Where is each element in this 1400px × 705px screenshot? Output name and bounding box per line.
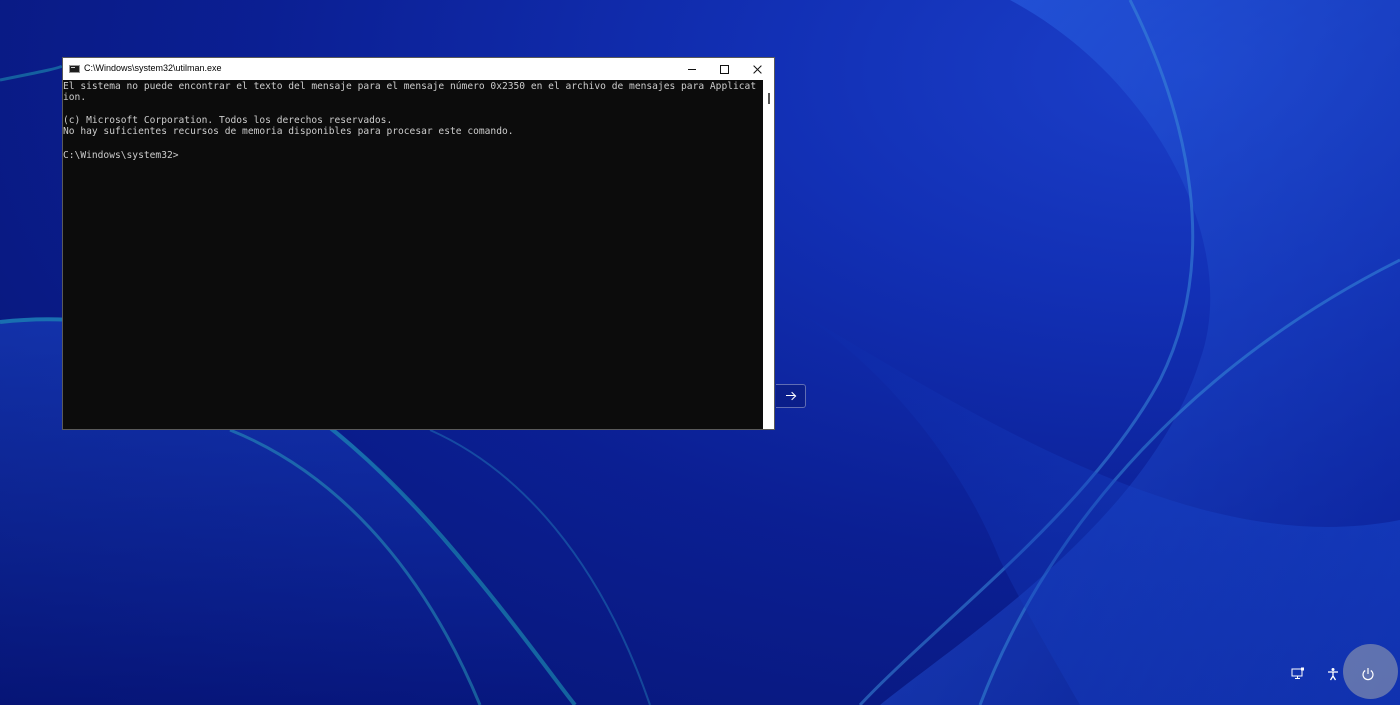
accessibility-icon bbox=[1328, 668, 1338, 681]
maximize-icon bbox=[720, 64, 729, 74]
window-title: C:\Windows\system32\utilman.exe bbox=[84, 63, 222, 73]
console-line: (c) Microsoft Corporation. Todos los der… bbox=[63, 115, 393, 126]
power-icon bbox=[1362, 668, 1374, 681]
maximize-button[interactable] bbox=[708, 58, 741, 80]
network-button[interactable] bbox=[1286, 662, 1310, 686]
close-button[interactable] bbox=[741, 58, 774, 80]
minimize-button[interactable] bbox=[675, 58, 708, 80]
console-prompt[interactable]: C:\Windows\system32> bbox=[63, 150, 179, 161]
scrollbar-thumb[interactable] bbox=[768, 93, 770, 104]
network-icon bbox=[1291, 667, 1304, 679]
console-line: ion. bbox=[63, 92, 87, 103]
arrow-right-icon bbox=[785, 391, 796, 401]
vertical-scrollbar[interactable] bbox=[763, 80, 774, 429]
power-button[interactable] bbox=[1356, 662, 1380, 686]
window-titlebar[interactable]: C:\Windows\system32\utilman.exe bbox=[63, 58, 774, 80]
submit-arrow-button[interactable] bbox=[776, 384, 806, 408]
console-line: El sistema no puede encontrar el texto d… bbox=[63, 81, 757, 92]
close-icon bbox=[753, 65, 762, 74]
console-app-icon bbox=[69, 65, 80, 73]
command-prompt-window[interactable]: C:\Windows\system32\utilman.exe El siste… bbox=[62, 57, 775, 430]
accessibility-button[interactable] bbox=[1321, 662, 1345, 686]
console-line: No hay suficientes recursos de memoria d… bbox=[63, 126, 514, 137]
minimize-icon bbox=[687, 68, 696, 70]
console-output[interactable]: El sistema no puede encontrar el texto d… bbox=[63, 80, 763, 429]
